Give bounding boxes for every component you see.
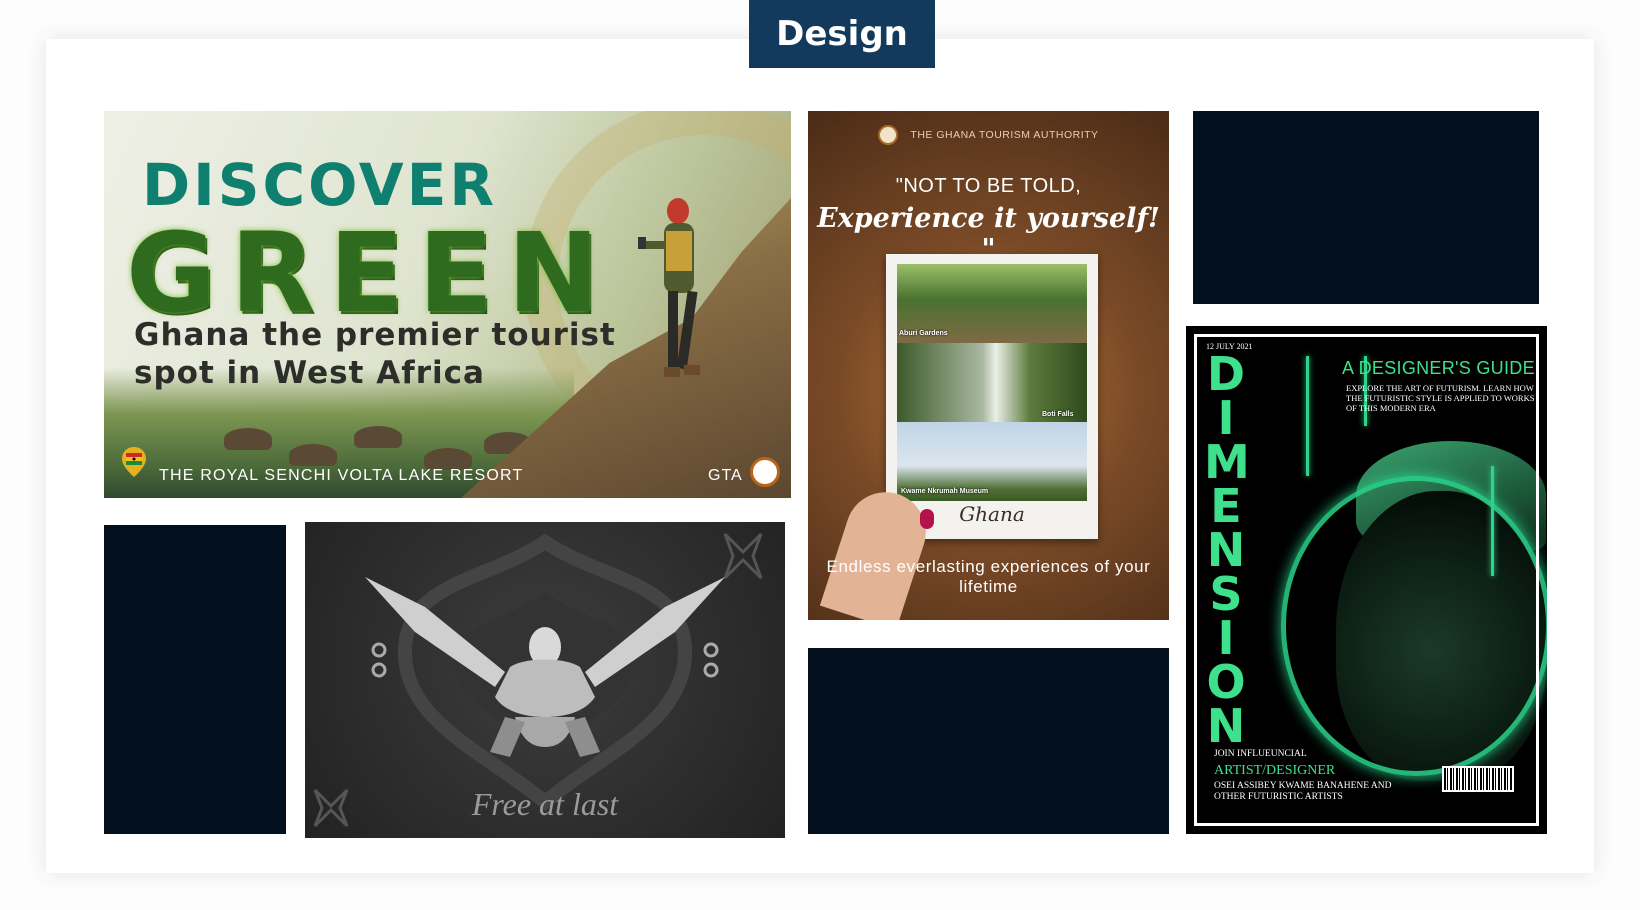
portfolio-stage: Design DISCOVER GREEN Ghana the premier … <box>0 0 1640 910</box>
poster-footer-text: Endless everlasting experiences of your … <box>826 557 1151 596</box>
photo-boti-falls: Boti Falls <box>897 343 1087 422</box>
discover-green-poster[interactable]: DISCOVER GREEN Ghana the premier tourist… <box>104 111 791 498</box>
placeholder-tile-bottom-center <box>808 648 1169 834</box>
polaroid-card: Aburi Gardens Boti Falls Kwame Nkrumah M… <box>886 254 1098 539</box>
resort-name: THE ROYAL SENCHI VOLTA LAKE RESORT <box>159 467 524 484</box>
guide-heading: A DESIGNER'S GUIDE <box>1342 358 1535 378</box>
authority-name: THE GHANA TOURISM AUTHORITY <box>910 128 1099 141</box>
artist-names: OSEI ASSIBEY KWAME BANAHENE AND OTHER FU… <box>1214 781 1392 802</box>
photo-caption: Kwame Nkrumah Museum <box>901 488 989 495</box>
ghana-tourism-poster[interactable]: THE GHANA TOURISM AUTHORITY "NOT TO BE T… <box>808 111 1169 620</box>
authority-header: THE GHANA TOURISM AUTHORITY <box>808 125 1169 145</box>
artist-heading: ARTIST/DESIGNER <box>1214 763 1336 778</box>
placeholder-tile-top-right <box>1193 111 1539 304</box>
free-at-last-poster[interactable]: Free at last <box>305 522 785 838</box>
brand-label: GTA <box>708 467 743 484</box>
tourism-logo-icon <box>750 457 780 487</box>
guide-description: EXPLORE THE ART OF FUTURISM. LEARN HOW T… <box>1346 383 1535 413</box>
dimension-magazine-cover[interactable]: 12 JULY 2021 DIMENSION A DESIGNER'S GUID… <box>1186 326 1547 834</box>
join-text: JOIN INFLUEUNCIAL <box>1214 749 1307 759</box>
photo-caption: Aburi Gardens <box>899 330 948 337</box>
authority-seal-icon <box>878 125 899 145</box>
magazine-title: DIMENSION <box>1204 347 1250 753</box>
placeholder-tile-bottom-left <box>104 525 286 834</box>
fingernail-image <box>920 509 934 529</box>
barcode-icon <box>1442 766 1514 792</box>
photo-aburi-gardens: Aburi Gardens <box>897 264 1087 343</box>
photo-caption: Boti Falls <box>1042 411 1074 418</box>
quote-line-1: "NOT TO BE TOLD, <box>895 175 1082 197</box>
ghana-map-pin-icon <box>122 447 146 477</box>
poster-subtitle: Ghana the premier tourist spot in West A… <box>134 317 616 391</box>
section-title: Design <box>749 0 935 68</box>
poster-caption: Free at last <box>471 786 619 822</box>
photo-nkrumah-museum: Kwame Nkrumah Museum <box>897 422 1087 501</box>
